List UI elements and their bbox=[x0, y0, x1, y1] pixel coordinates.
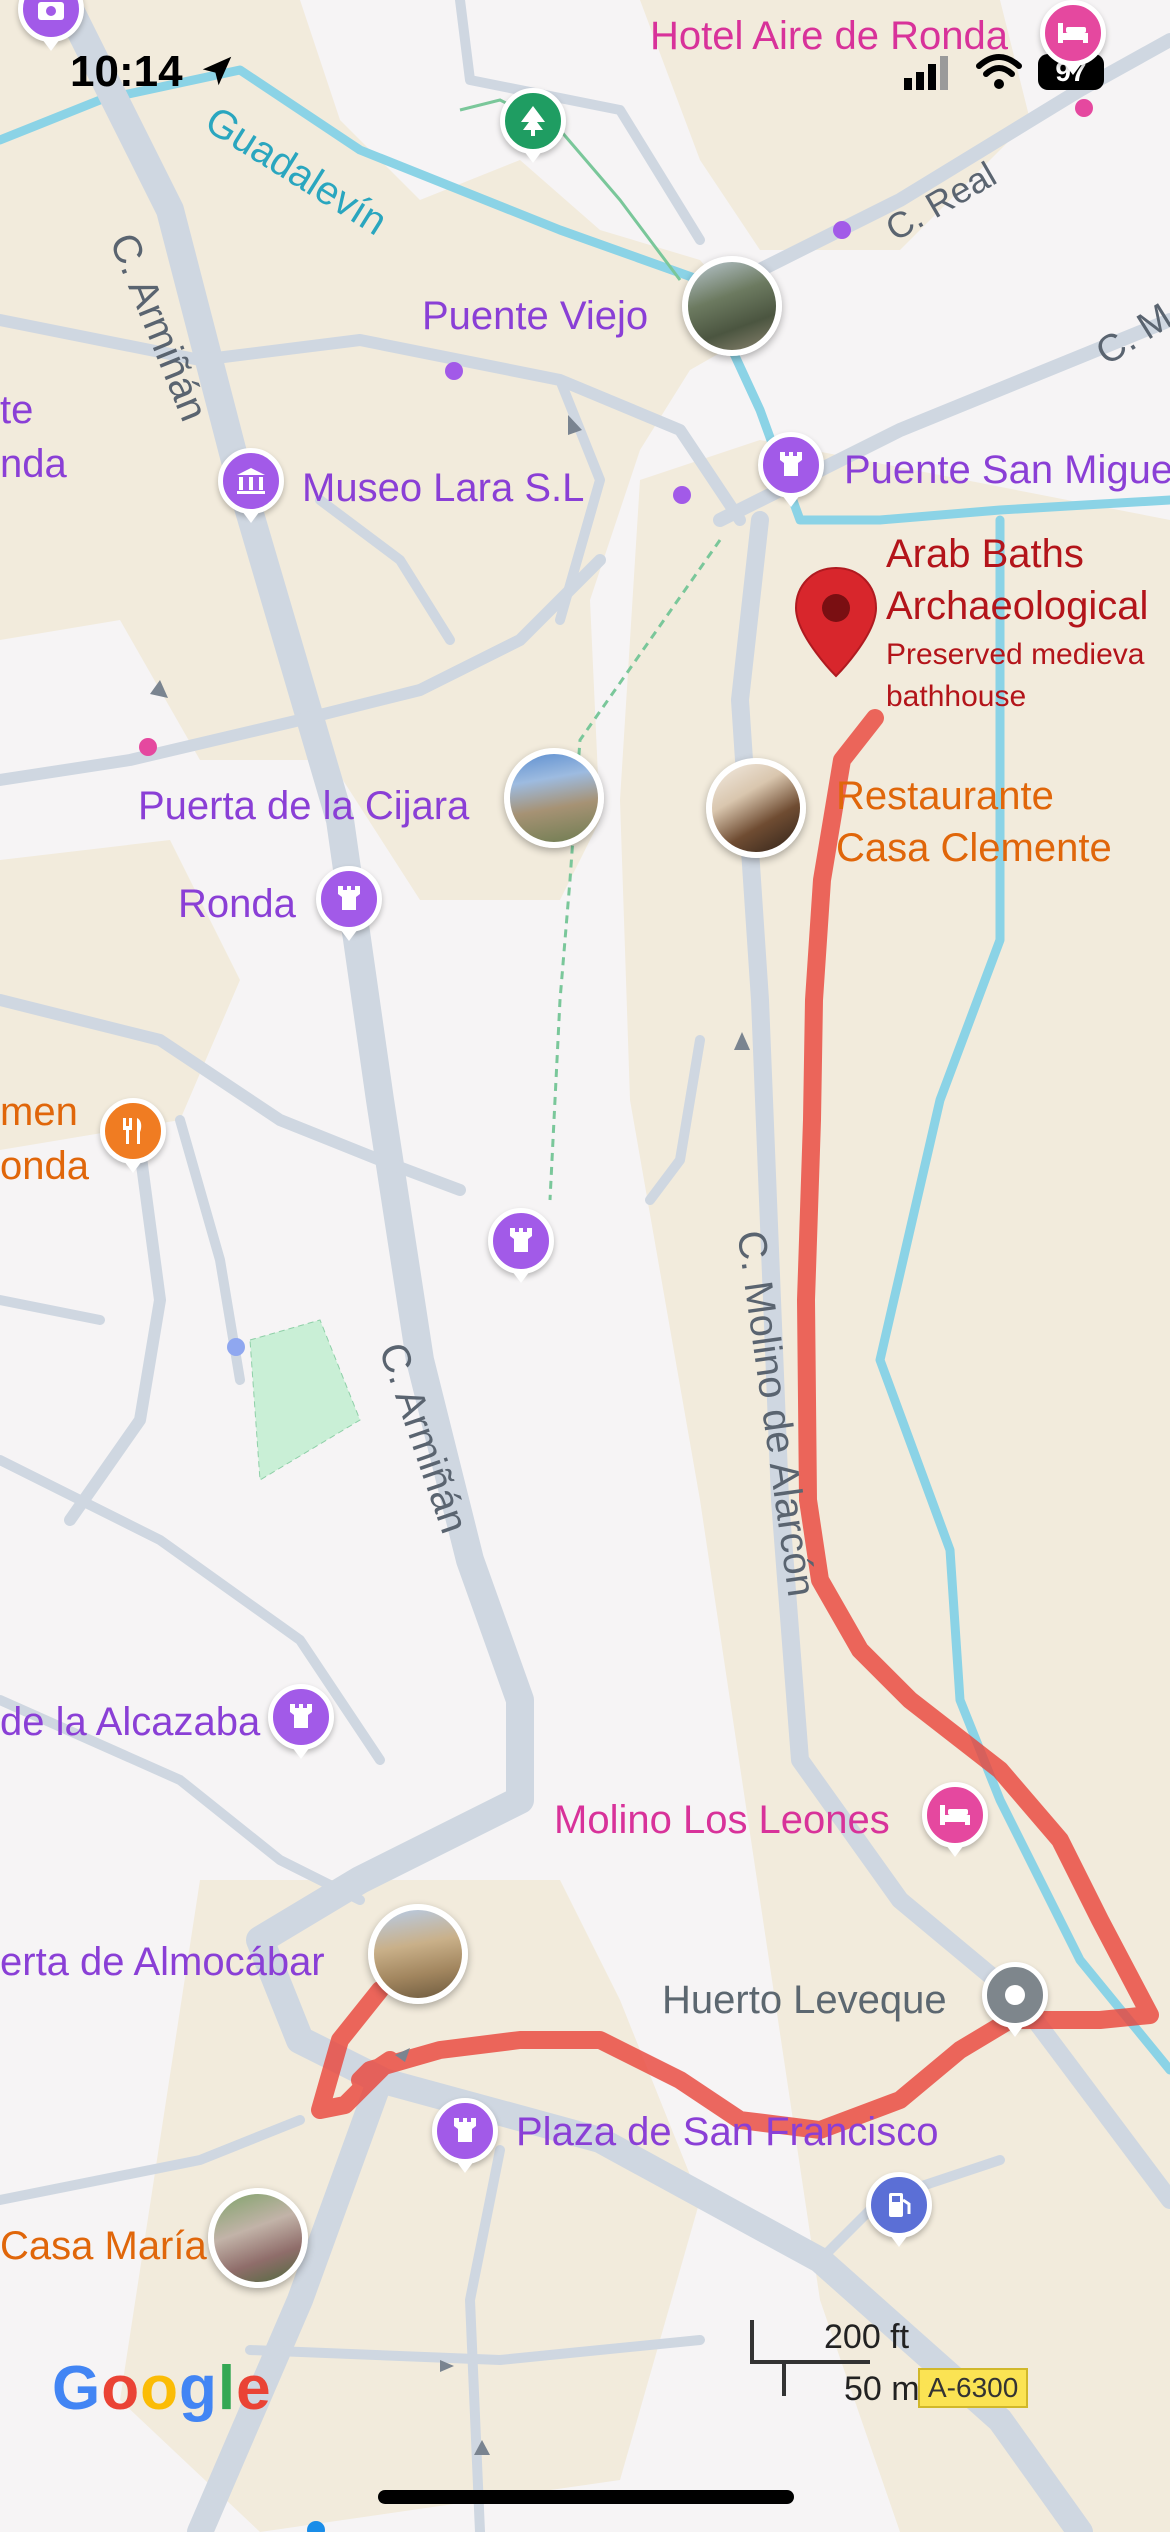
hotel-pin[interactable] bbox=[1040, 0, 1106, 75]
tree-icon bbox=[521, 106, 545, 136]
casa-maria-photo[interactable] bbox=[208, 2188, 308, 2288]
poi-label-restaurante-1[interactable]: Restaurante bbox=[836, 776, 1054, 816]
poi-label-molino-leones[interactable]: Molino Los Leones bbox=[554, 1800, 890, 1840]
castle-tower-icon bbox=[338, 886, 360, 910]
poi-label-museo-lara[interactable]: Museo Lara S.L bbox=[302, 468, 584, 508]
poi-label-carmen-1[interactable]: men bbox=[0, 1092, 78, 1132]
poi-desc-arab-baths-1: Preserved medieva bbox=[886, 638, 1145, 671]
poi-label-hotel-aire[interactable]: Hotel Aire de Ronda bbox=[650, 16, 1008, 56]
poi-label-restaurante-2[interactable]: Casa Clemente bbox=[836, 828, 1112, 868]
puente-san-miguel-pin[interactable] bbox=[758, 432, 824, 507]
scale-meters: 50 m bbox=[844, 2370, 920, 2408]
fork-knife-icon bbox=[123, 1118, 142, 1144]
poi-label-left-1[interactable]: te bbox=[0, 390, 33, 430]
museum-icon bbox=[237, 468, 265, 494]
scale-feet: 200 ft bbox=[824, 2318, 910, 2356]
castle-tower-icon bbox=[510, 1228, 532, 1252]
ronda-pin[interactable] bbox=[316, 866, 382, 941]
restaurante-photo[interactable] bbox=[706, 758, 806, 858]
home-indicator[interactable] bbox=[378, 2490, 794, 2504]
road-number-badge: A-6300 bbox=[918, 2368, 1029, 2408]
location-arrow-icon bbox=[202, 56, 232, 86]
poi-label-puente-viejo[interactable]: Puente Viejo bbox=[422, 296, 648, 336]
google-logo: Google bbox=[52, 2354, 272, 2423]
park-pin[interactable] bbox=[500, 88, 566, 163]
poi-label-puente-san-miguel[interactable]: Puente San Migue bbox=[844, 450, 1170, 490]
poi-label-arab-baths-2[interactable]: Archaeological bbox=[886, 586, 1148, 626]
poi-label-arab-baths-1[interactable]: Arab Baths bbox=[886, 534, 1084, 574]
poi-label-alcazaba[interactable]: de la Alcazaba bbox=[0, 1702, 260, 1742]
puerta-cijara-photo[interactable] bbox=[504, 748, 604, 848]
puente-viejo-photo[interactable] bbox=[682, 256, 782, 356]
poi-label-left-2[interactable]: nda bbox=[0, 444, 67, 484]
almocabar-photo[interactable] bbox=[368, 1904, 468, 2004]
castle-tower-icon bbox=[454, 2118, 476, 2142]
plaza-sf-pin[interactable] bbox=[432, 2098, 498, 2173]
cellular-signal-icon bbox=[904, 56, 948, 90]
castle-tower-icon bbox=[290, 1704, 312, 1728]
poi-label-ronda[interactable]: Ronda bbox=[178, 884, 296, 924]
wifi-icon bbox=[976, 54, 1022, 89]
fuel-pin[interactable] bbox=[866, 2172, 932, 2247]
status-time: 10:14 bbox=[70, 47, 183, 96]
fuel-pump-icon bbox=[889, 2193, 911, 2217]
alcazaba-pin[interactable] bbox=[268, 1684, 334, 1759]
poi-desc-arab-baths-2: bathhouse bbox=[886, 680, 1027, 713]
poi-label-almocabar[interactable]: erta de Almocábar bbox=[0, 1942, 325, 1982]
bed-icon bbox=[1058, 23, 1088, 43]
bed-icon bbox=[940, 1805, 970, 1825]
circle-icon bbox=[1005, 1985, 1025, 2005]
huerto-pin[interactable] bbox=[982, 1962, 1048, 2037]
poi-label-casa-maria[interactable]: Casa María bbox=[0, 2226, 207, 2266]
poi-label-huerto[interactable]: Huerto Leveque bbox=[662, 1980, 947, 2020]
poi-label-carmen-2[interactable]: onda bbox=[0, 1146, 89, 1186]
selected-place-pin-icon[interactable] bbox=[792, 564, 880, 680]
restaurant-pin[interactable] bbox=[100, 1098, 166, 1173]
camera-icon bbox=[38, 2, 64, 20]
museum-pin[interactable] bbox=[218, 448, 284, 523]
poi-label-plaza-sf[interactable]: Plaza de San Francisco bbox=[516, 2112, 938, 2152]
tower-pin-middle[interactable] bbox=[488, 1208, 554, 1283]
molino-leones-pin[interactable] bbox=[922, 1782, 988, 1857]
poi-label-puerta-cijara[interactable]: Puerta de la Cijara bbox=[138, 786, 469, 826]
castle-tower-icon bbox=[780, 452, 802, 476]
